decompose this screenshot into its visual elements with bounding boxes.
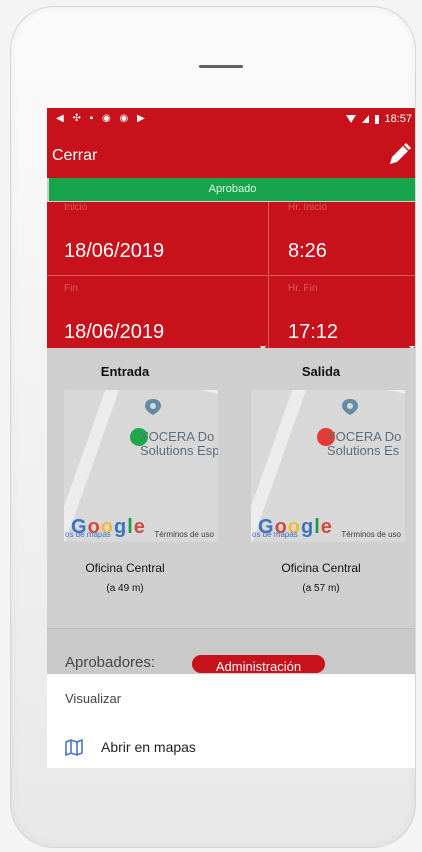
approver-chip[interactable]: Administración — [192, 655, 325, 673]
entry-map-label-line2: Solutions Esp — [140, 443, 218, 458]
approvers-row: Aprobadores: Administración — [47, 629, 415, 675]
status-bar: ◀ ✣ ▪ ◉ ◉ ▶ 18:57 — [47, 108, 415, 134]
wifi-icon — [346, 115, 357, 123]
pencil-icon[interactable] — [385, 141, 413, 169]
status-left-icons: ◀ ✣ ▪ ◉ ◉ ▶ — [56, 113, 148, 124]
start-time-label: Hr. Inicio — [288, 202, 327, 213]
approved-status-bar: Aprobado — [49, 178, 415, 201]
entry-map-terms-link[interactable]: Términos de uso — [154, 530, 214, 539]
status-time: 18:57 — [384, 113, 412, 125]
exit-map[interactable]: YOCERA Do Solutions Es Google os de mapa… — [251, 390, 405, 542]
close-button[interactable]: Cerrar — [52, 147, 97, 165]
entry-map-label: YOCERA Do Solutions Esp — [140, 430, 218, 458]
exit-map-data-link[interactable]: os de mapas — [252, 530, 298, 539]
exit-map-terms-link[interactable]: Términos de uso — [341, 530, 401, 539]
open-in-maps-option[interactable]: Abrir en mapas — [65, 733, 405, 761]
entry-map[interactable]: YOCERA Do Solutions Esp Google os de map… — [64, 390, 218, 542]
approvers-label: Aprobadores: — [65, 654, 156, 671]
app-screen: ◀ ✣ ▪ ◉ ◉ ▶ 18:57 Cerrar Aprobado Inicio… — [47, 108, 415, 768]
entry-map-data-link[interactable]: os de mapas — [65, 530, 111, 539]
checkin-section: Entrada Salida YOCERA Do Solutions Esp G — [47, 348, 415, 628]
bottom-sheet-title: Visualizar — [65, 691, 122, 706]
end-time-value: 17:12 — [288, 321, 339, 343]
map-icon — [65, 738, 83, 756]
entry-place-distance: (a 49 m) — [106, 583, 144, 594]
exit-place-name: Oficina Central — [281, 561, 361, 575]
panel-horizontal-divider — [47, 275, 415, 276]
map-pin-icon — [145, 399, 161, 415]
map-pin-icon — [342, 399, 358, 415]
approved-label: Aprobado — [208, 183, 257, 195]
phone-frame: ◀ ✣ ▪ ◉ ◉ ▶ 18:57 Cerrar Aprobado Inicio… — [10, 6, 416, 848]
exit-map-label-line2: Solutions Es — [327, 443, 400, 458]
signal-icon — [362, 115, 370, 123]
end-date-label: Fin — [64, 283, 78, 294]
phone-speaker — [199, 65, 243, 68]
app-bar: Cerrar — [47, 134, 415, 178]
exit-map-label-line1: YOCERA Do — [327, 429, 402, 444]
entry-place-name: Oficina Central — [85, 561, 165, 575]
exit-place-distance: (a 57 m) — [302, 583, 340, 594]
end-time-label: Hr. Fin — [288, 283, 318, 294]
end-date-value: 18/06/2019 — [64, 321, 165, 343]
exit-map-label: YOCERA Do Solutions Es — [327, 430, 401, 458]
battery-icon — [375, 114, 380, 124]
start-time-value: 8:26 — [288, 240, 327, 262]
entry-title: Entrada — [100, 364, 150, 379]
start-date-label: Inicio — [64, 202, 88, 213]
status-right: 18:57 — [345, 113, 412, 125]
open-in-maps-label: Abrir en mapas — [101, 739, 196, 755]
start-date-value: 18/06/2019 — [64, 240, 165, 262]
exit-title: Salida — [301, 364, 341, 379]
date-time-panel: Inicio 18/06/2019 Hr. Inicio 8:26 Fin 18… — [47, 202, 415, 426]
bottom-sheet: Visualizar Abrir en mapas — [47, 674, 415, 768]
entry-map-label-line1: YOCERA Do — [140, 429, 215, 444]
